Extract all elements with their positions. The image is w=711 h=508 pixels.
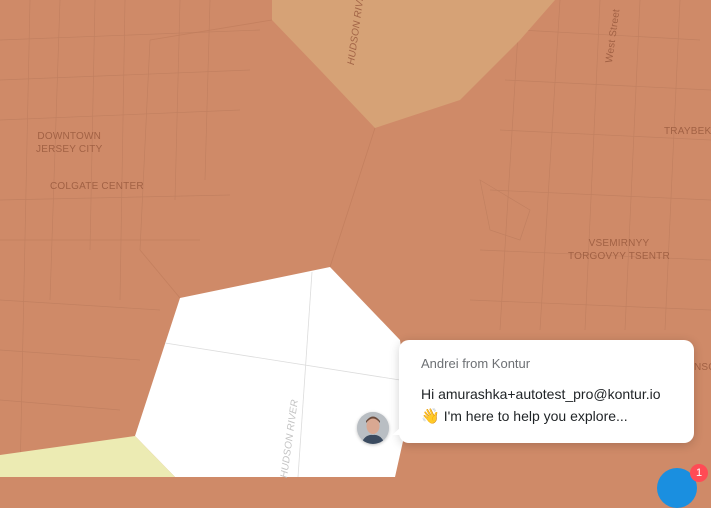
chat-message-line: 👋 I'm here to help you explore... [421,407,628,425]
chat-sender-name: Andrei from Kontur [421,356,531,371]
chat-message-text: I'm here to help you explore... [443,408,628,424]
map-label-downtown-jersey-city: DOWNTOWN JERSEY CITY [36,131,103,155]
agent-avatar[interactable] [357,412,389,444]
chat-greeting-line: Hi amurashka+autotest_pro@kontur.io [421,386,661,402]
map-label-tribeca: TRAYBEKA [664,126,711,137]
avatar-image [357,412,389,444]
map-label-right-edge: NSO [694,362,711,373]
map-label-vsemirnyy: VSEMIRNYY TORGOVYY TSENTR [568,238,670,262]
waving-hand-icon: 👋 [421,408,440,425]
map-label-colgate-center: COLGATE CENTER [50,181,144,192]
chat-message-popup[interactable]: Andrei from Kontur Hi amurashka+autotest… [392,340,694,443]
unread-count-badge: 1 [690,464,708,482]
